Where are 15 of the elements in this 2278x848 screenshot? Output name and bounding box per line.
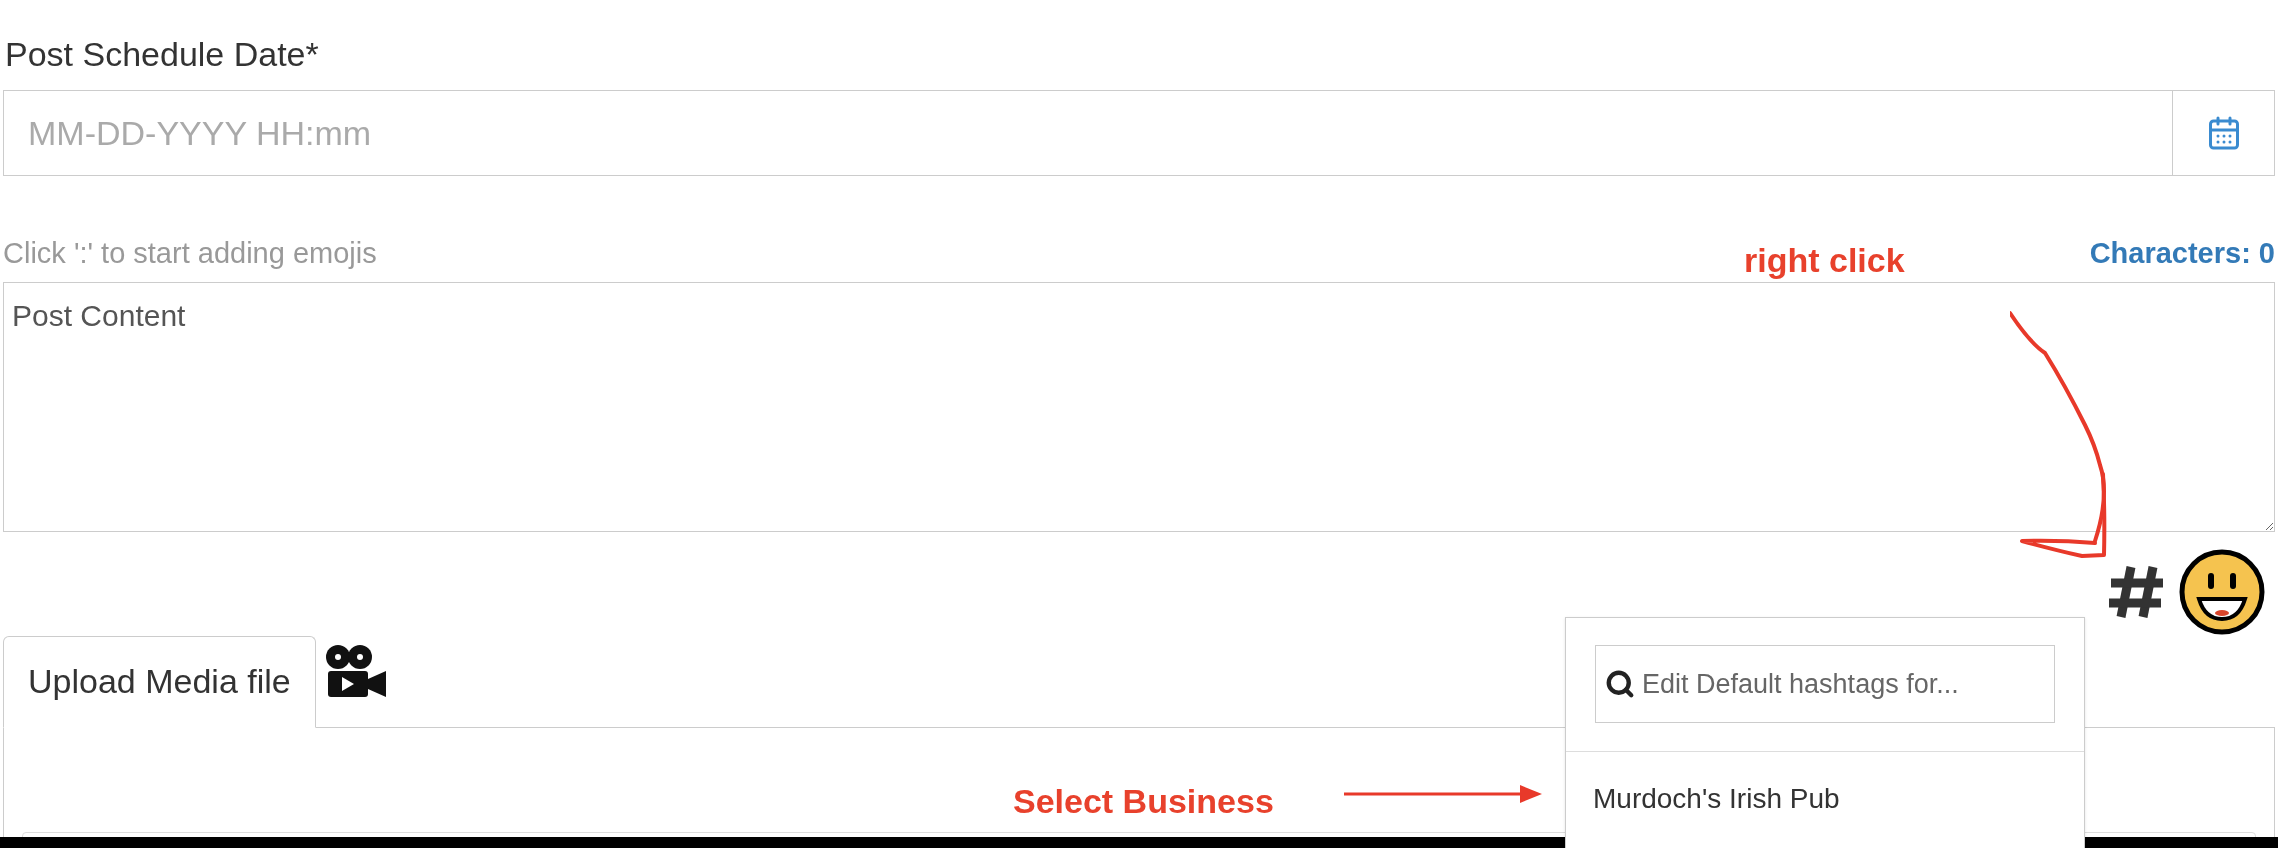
calendar-button[interactable] <box>2173 90 2275 176</box>
media-tab[interactable]: Upload Media file <box>3 635 316 728</box>
business-item[interactable]: Murdoch's Irish Pub <box>1566 752 1867 820</box>
annotation-label: right click <box>1744 243 1905 277</box>
hashtag-search-field[interactable]: Edit Default hashtags for... <box>1595 645 2055 723</box>
smiley-icon[interactable] <box>2179 548 2265 635</box>
emoji-hint: Click ':' to start adding emojis <box>3 236 377 271</box>
annotation-label: Select Business <box>1013 781 1274 822</box>
post-content-field[interactable]: Post Content <box>3 281 2275 532</box>
character-counter: Characters: 0 <box>2089 236 2275 271</box>
hashtag-icon[interactable] <box>2107 564 2165 619</box>
search-icon <box>1605 669 1635 699</box>
field-label: Post Schedule Date* <box>4 34 319 75</box>
movie-camera-icon[interactable] <box>323 642 388 699</box>
date-field[interactable]: MM-DD-YYYY HH:mm <box>3 90 2173 176</box>
